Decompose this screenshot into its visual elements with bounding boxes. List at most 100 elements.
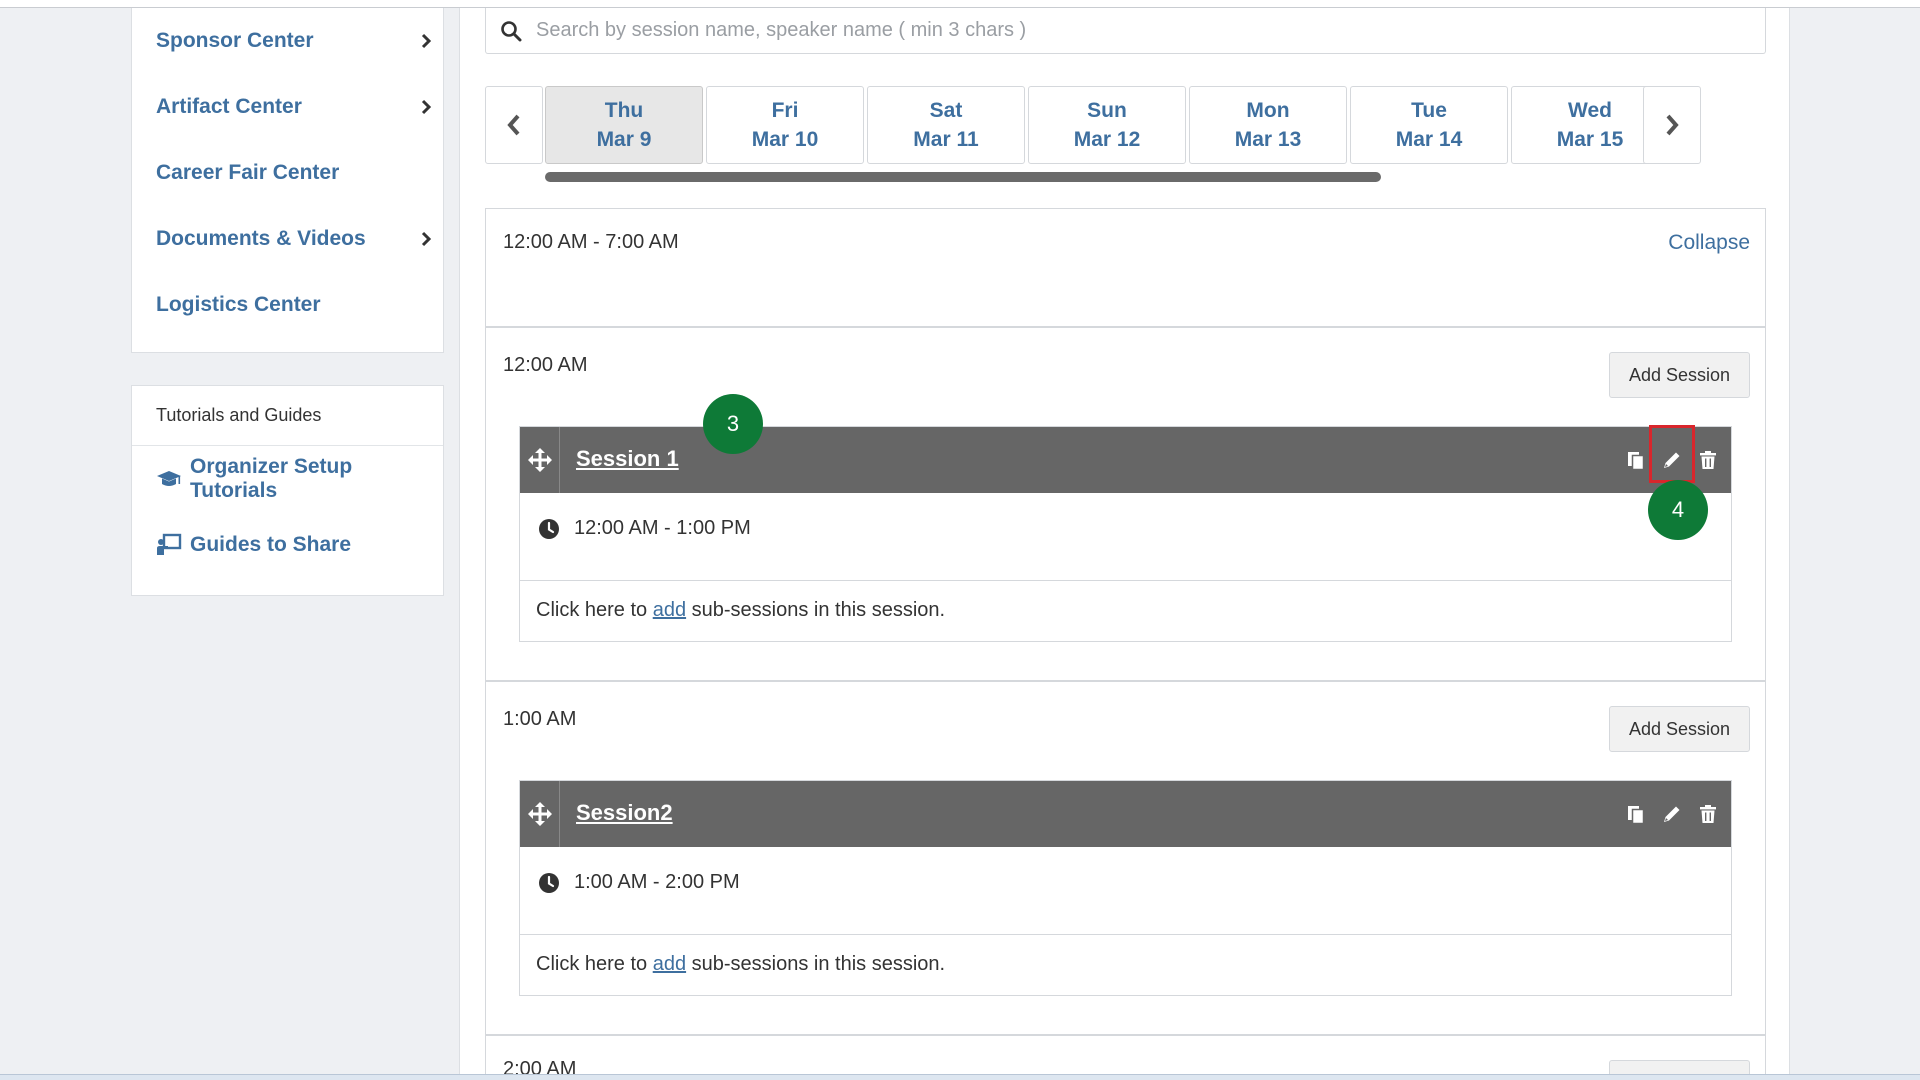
- sidebar-nav: Sponsor Center Artifact Center Career Fa…: [131, 8, 444, 353]
- day-tab-sun[interactable]: Sun Mar 12: [1028, 86, 1186, 164]
- day-tab-day: Thu: [604, 99, 644, 122]
- search-icon: [501, 20, 522, 41]
- window-top-edge: [0, 0, 1920, 8]
- drag-handle[interactable]: [520, 781, 560, 847]
- day-tab-date: Mar 14: [1395, 128, 1463, 151]
- chevron-right-icon: [1666, 114, 1679, 136]
- copy-session-button[interactable]: [1622, 445, 1650, 475]
- hint-prefix: Click here to: [536, 953, 653, 975]
- day-tab-tue[interactable]: Tue Mar 14: [1350, 86, 1508, 164]
- collapse-link[interactable]: Collapse: [1668, 231, 1750, 255]
- day-tabs: Thu Mar 9 Fri Mar 10 Sat Mar 11 Sun Mar …: [545, 86, 1715, 164]
- prev-day-button[interactable]: [485, 86, 543, 164]
- move-icon: [527, 802, 552, 826]
- time-slot: 12:00 AM Add Session Session 1 12:00 AM …: [486, 330, 1765, 682]
- sidebar-item-sponsor-center[interactable]: Sponsor Center: [132, 8, 443, 74]
- link-label: Guides to Share: [190, 533, 352, 556]
- schedule-list: 12:00 AM - 7:00 AM Collapse 12:00 AM Add…: [485, 208, 1766, 1080]
- day-tab-day: Sat: [929, 99, 963, 122]
- edit-session-button[interactable]: [1658, 799, 1686, 829]
- organizer-setup-tutorials-link[interactable]: Organizer Setup Tutorials: [132, 446, 443, 512]
- delete-session-button[interactable]: [1694, 445, 1722, 475]
- chevron-right-icon: [421, 99, 432, 115]
- sidebar-item-label: Artifact Center: [156, 95, 302, 118]
- sub-session-hint: Click here to add sub-sessions in this s…: [536, 953, 945, 976]
- day-tab-thu[interactable]: Thu Mar 9: [545, 86, 703, 164]
- add-sub-session-link[interactable]: add: [653, 953, 686, 975]
- session-header: Session 1: [520, 427, 1731, 493]
- day-tab-day: Mon: [1246, 99, 1290, 122]
- day-tab-date: Mar 13: [1234, 128, 1302, 151]
- link-label: Organizer Setup Tutorials: [190, 455, 353, 502]
- pencil-icon: [1664, 806, 1680, 822]
- step-badge-3: 3: [703, 394, 763, 454]
- presentation-icon: [157, 533, 182, 555]
- step-badge-4: 4: [1648, 480, 1708, 540]
- slot-time: 1:00 AM: [503, 708, 577, 730]
- session-time-row: 12:00 AM - 1:00 PM: [520, 493, 1731, 581]
- search-bar: [485, 8, 1766, 54]
- day-tab-date: Mar 12: [1073, 128, 1141, 151]
- day-tab-fri[interactable]: Fri Mar 10: [706, 86, 864, 164]
- day-tab-day: Sun: [1087, 99, 1127, 122]
- hint-suffix: sub-sessions in this session.: [686, 953, 946, 975]
- guides-to-share-link[interactable]: Guides to Share: [132, 512, 443, 578]
- sidebar-item-career-fair-center[interactable]: Career Fair Center: [132, 140, 443, 206]
- chevron-right-icon: [421, 231, 432, 247]
- time-slot: 2:00 AM Add Session: [486, 1038, 1765, 1080]
- graduation-cap-icon: [157, 471, 181, 486]
- time-range-label: 12:00 AM - 7:00 AM: [503, 231, 679, 253]
- sidebar-item-artifact-center[interactable]: Artifact Center: [132, 74, 443, 140]
- sidebar-item-label: Career Fair Center: [156, 161, 340, 184]
- sidebar-item-logistics-center[interactable]: Logistics Center: [132, 272, 443, 338]
- day-tab-day: Wed: [1568, 99, 1612, 122]
- day-tabs-scrollbar[interactable]: [545, 172, 1381, 182]
- day-tab-day: Fri: [771, 99, 799, 122]
- session-card: Session2 1:00 AM - 2:00 PM Click here to…: [519, 780, 1732, 996]
- sidebar-item-label: Documents & Videos: [156, 227, 366, 250]
- tutorials-panel: Tutorials and Guides Organizer Setup Tut…: [131, 385, 444, 596]
- sidebar-item-label: Sponsor Center: [156, 29, 314, 52]
- day-tab-mon[interactable]: Mon Mar 13: [1189, 86, 1347, 164]
- day-tab-date: Mar 10: [751, 128, 819, 151]
- add-session-button[interactable]: Add Session: [1609, 706, 1750, 752]
- session-time-row: 1:00 AM - 2:00 PM: [520, 847, 1731, 935]
- copy-session-button[interactable]: [1622, 799, 1650, 829]
- move-icon: [527, 448, 552, 472]
- hint-prefix: Click here to: [536, 599, 653, 621]
- agenda-main: Thu Mar 9 Fri Mar 10 Sat Mar 11 Sun Mar …: [459, 8, 1790, 1080]
- tutorials-header: Tutorials and Guides: [132, 386, 443, 446]
- copy-icon: [1628, 452, 1645, 471]
- sub-session-hint: Click here to add sub-sessions in this s…: [536, 599, 945, 622]
- day-tab-date: Mar 15: [1556, 128, 1624, 151]
- time-range-header: 12:00 AM - 7:00 AM Collapse: [486, 209, 1765, 328]
- sidebar-item-documents-videos[interactable]: Documents & Videos: [132, 206, 443, 272]
- day-tab-date: Mar 9: [596, 128, 652, 151]
- chevron-right-icon: [421, 33, 432, 49]
- sidebar-item-label: Logistics Center: [156, 293, 321, 316]
- day-tab-sat[interactable]: Sat Mar 11: [867, 86, 1025, 164]
- trash-icon: [1700, 451, 1716, 469]
- clock-icon: [539, 519, 559, 539]
- add-sub-session-link[interactable]: add: [653, 599, 686, 621]
- window-bottom-edge: [0, 1074, 1920, 1080]
- session-time: 12:00 AM - 1:00 PM: [574, 517, 751, 539]
- session-title-link[interactable]: Session 1: [576, 446, 679, 472]
- hint-suffix: sub-sessions in this session.: [686, 599, 946, 621]
- day-tab-day: Tue: [1411, 99, 1447, 122]
- add-session-button[interactable]: Add Session: [1609, 352, 1750, 398]
- edit-highlight-box: [1649, 425, 1695, 483]
- slot-time: 12:00 AM: [503, 354, 588, 376]
- session-card: Session 1 12:00 AM - 1:00 PM Click here …: [519, 426, 1732, 642]
- session-time: 1:00 AM - 2:00 PM: [574, 871, 740, 893]
- delete-session-button[interactable]: [1694, 799, 1722, 829]
- drag-handle[interactable]: [520, 427, 560, 493]
- session-title-link[interactable]: Session2: [576, 800, 673, 826]
- chevron-left-icon: [507, 114, 520, 136]
- next-day-button[interactable]: [1643, 86, 1701, 164]
- time-slot: 1:00 AM Add Session Session2 1:00 AM - 2…: [486, 684, 1765, 1036]
- session-header: Session2: [520, 781, 1731, 847]
- trash-icon: [1700, 805, 1716, 823]
- search-input[interactable]: [536, 19, 1765, 42]
- day-tab-date: Mar 11: [913, 128, 979, 151]
